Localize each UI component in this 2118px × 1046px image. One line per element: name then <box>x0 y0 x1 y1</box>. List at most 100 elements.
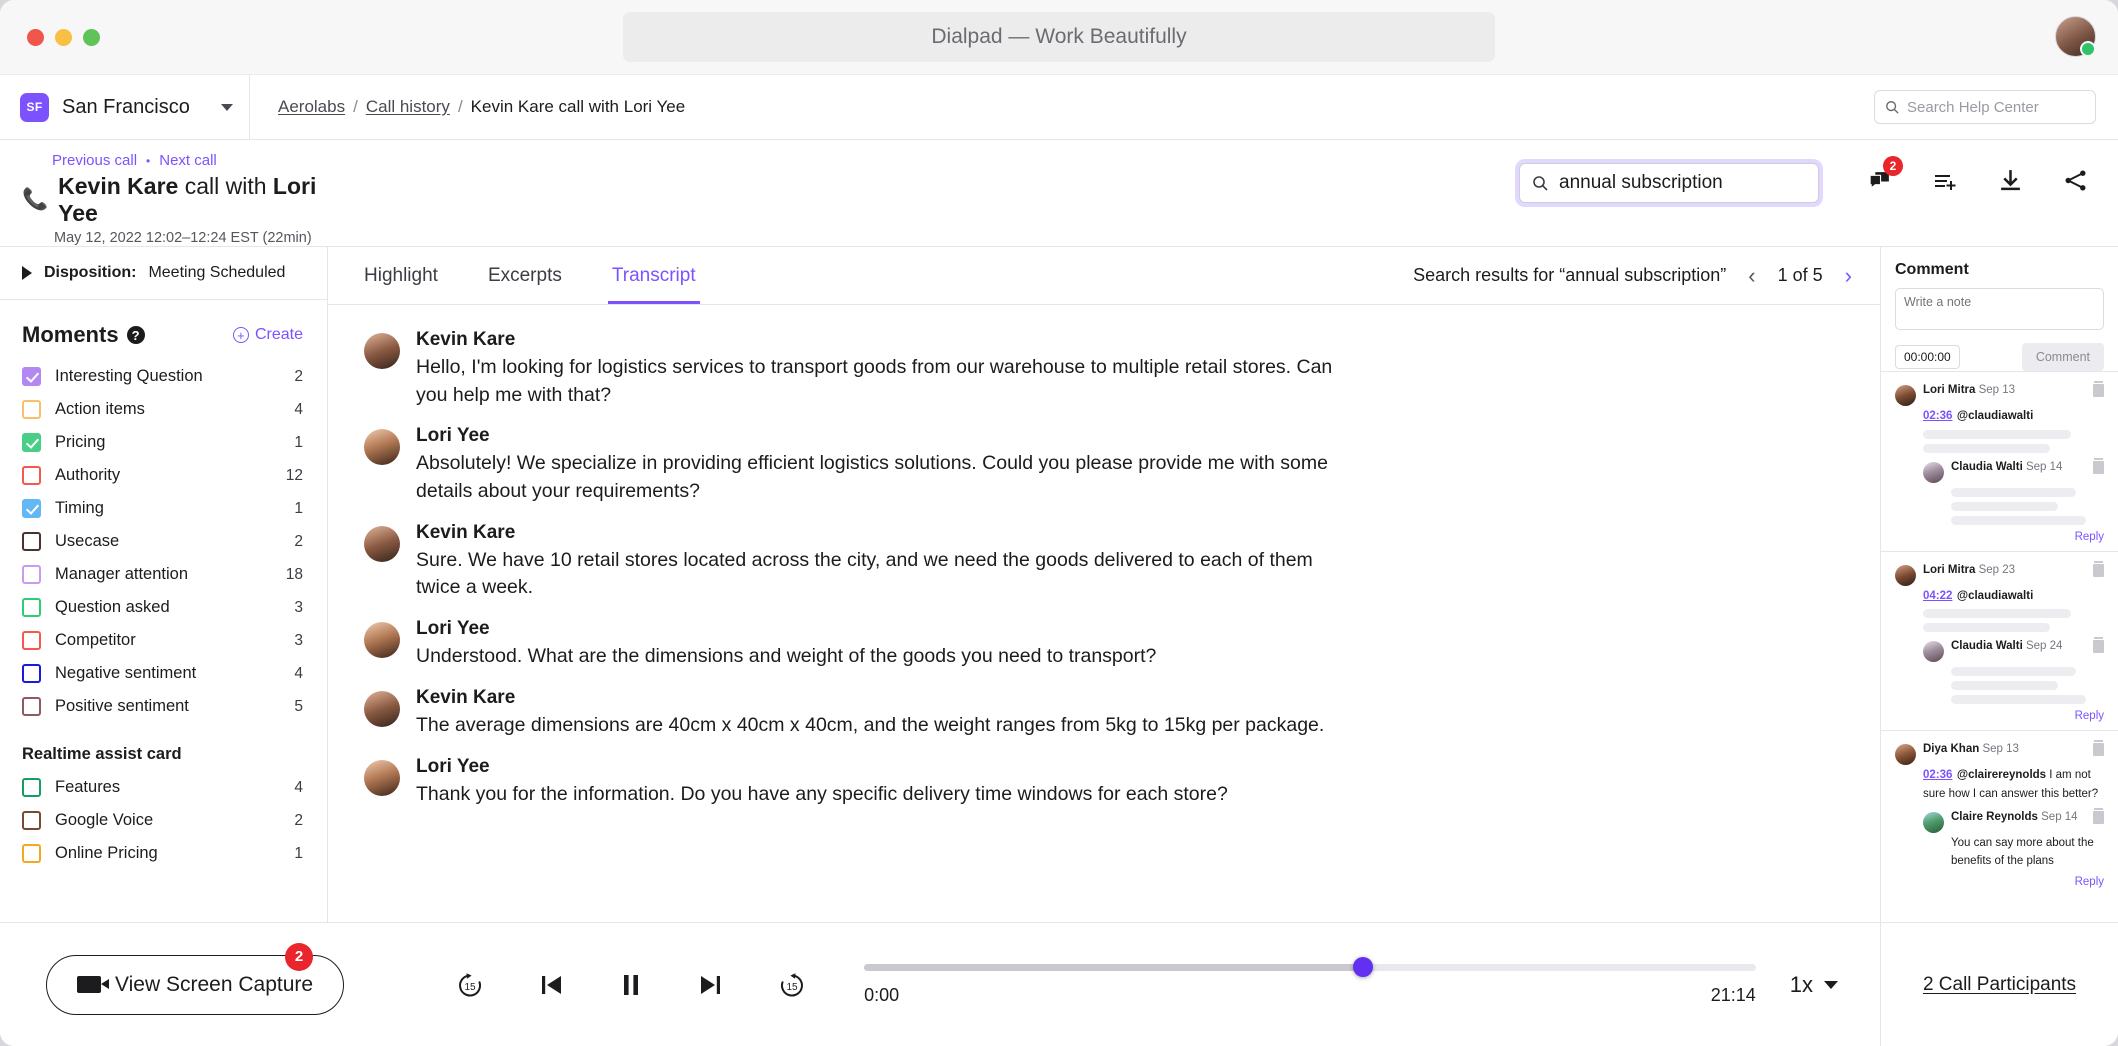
moment-row[interactable]: Pricing1 <box>22 426 303 459</box>
moment-checkbox[interactable] <box>22 697 41 716</box>
moment-row[interactable]: Authority12 <box>22 459 303 492</box>
call-title-caller: Kevin Kare <box>58 173 178 199</box>
moment-row[interactable]: Competitor3 <box>22 624 303 657</box>
breadcrumb-item-call-history[interactable]: Call history <box>366 97 450 117</box>
org-switcher[interactable]: SF San Francisco <box>0 75 250 139</box>
delete-reply-icon[interactable] <box>2093 811 2104 824</box>
next-result-button[interactable]: › <box>1845 263 1852 289</box>
reply-button[interactable]: Reply <box>1895 876 2104 888</box>
realtime-item-checkbox[interactable] <box>22 844 41 863</box>
realtime-item-checkbox[interactable] <box>22 778 41 797</box>
org-breadcrumb-bar: SF San Francisco Aerolabs / Call history… <box>0 75 2118 140</box>
rewind-15-button[interactable]: 15 <box>776 969 808 1001</box>
chevron-down-icon <box>1824 981 1838 989</box>
comment-placeholder-line <box>1951 488 2076 497</box>
comment-avatar <box>1895 385 1916 406</box>
previous-call-link[interactable]: Previous call <box>52 152 137 169</box>
breadcrumb-item-aerolabs[interactable]: Aerolabs <box>278 97 345 117</box>
moment-checkbox[interactable] <box>22 433 41 452</box>
moment-checkbox[interactable] <box>22 598 41 617</box>
moment-checkbox[interactable] <box>22 664 41 683</box>
help-icon[interactable]: ? <box>127 326 145 344</box>
seek-progress <box>864 964 1363 971</box>
reply-author-name: Claudia Walti Sep 14 <box>1951 461 2062 473</box>
comments-button[interactable]: 2 <box>1867 168 1892 198</box>
tab-transcript[interactable]: Transcript <box>612 247 696 304</box>
pause-button[interactable] <box>616 970 646 1000</box>
moment-checkbox[interactable] <box>22 499 41 518</box>
delete-comment-icon[interactable] <box>2093 384 2104 397</box>
comment-timestamp-link[interactable]: 02:36 <box>1923 769 1952 781</box>
maximize-window-button[interactable] <box>83 29 100 46</box>
moment-row[interactable]: Timing1 <box>22 492 303 525</box>
next-track-button[interactable] <box>696 970 726 1000</box>
seek-handle[interactable] <box>1353 957 1373 977</box>
moment-row[interactable]: Interesting Question2 <box>22 360 303 393</box>
submit-comment-button[interactable]: Comment <box>2022 343 2104 371</box>
forward-15-button[interactable]: 15 <box>454 969 486 1001</box>
seek-bar[interactable] <box>864 964 1756 971</box>
comment-date: Sep 23 <box>1979 564 2015 576</box>
moment-row[interactable]: Manager attention18 <box>22 558 303 591</box>
moment-checkbox[interactable] <box>22 400 41 419</box>
realtime-item-row[interactable]: Online Pricing1 <box>22 837 303 870</box>
reply-author-row: Claudia Walti Sep 24 <box>1923 640 2104 662</box>
reply-author-name: Claire Reynolds Sep 14 <box>1951 811 2078 823</box>
moments-header: Moments ? + Create <box>0 300 327 360</box>
moment-row[interactable]: Usecase2 <box>22 525 303 558</box>
tab-excerpts[interactable]: Excerpts <box>488 247 562 304</box>
realtime-item-checkbox[interactable] <box>22 811 41 830</box>
moment-row[interactable]: Positive sentiment5 <box>22 690 303 723</box>
view-screen-capture-button[interactable]: 2 View Screen Capture <box>46 955 344 1015</box>
delete-reply-icon[interactable] <box>2093 461 2104 474</box>
call-participants-link[interactable]: 2 Call Participants <box>1923 974 2076 996</box>
delete-reply-icon[interactable] <box>2093 640 2104 653</box>
window-controls[interactable] <box>27 29 100 46</box>
comment-author-name: Lori Mitra Sep 23 <box>1923 564 2015 576</box>
reply-button[interactable]: Reply <box>1895 710 2104 722</box>
tab-highlight[interactable]: Highlight <box>364 247 438 304</box>
share-button[interactable] <box>2063 168 2088 198</box>
moment-row[interactable]: Question asked3 <box>22 591 303 624</box>
create-moment-button[interactable]: + Create <box>233 326 303 344</box>
moment-row[interactable]: Action items4 <box>22 393 303 426</box>
comment-mention: @clairereynolds <box>1957 769 2046 781</box>
moment-checkbox[interactable] <box>22 466 41 485</box>
comment-timestamp-input[interactable]: 00:00:00 <box>1895 345 1960 369</box>
reply-author-row: Claudia Walti Sep 14 <box>1923 461 2104 483</box>
comment-note-input[interactable] <box>1895 288 2104 330</box>
moment-checkbox[interactable] <box>22 367 41 386</box>
delete-comment-icon[interactable] <box>2093 743 2104 756</box>
transcript-text: Hello, I'm looking for logistics service… <box>416 354 1346 409</box>
delete-comment-icon[interactable] <box>2093 564 2104 577</box>
close-window-button[interactable] <box>27 29 44 46</box>
speaker-avatar <box>364 333 400 369</box>
add-to-playlist-button[interactable] <box>1932 168 1958 199</box>
moment-count: 3 <box>294 599 303 617</box>
next-call-link[interactable]: Next call <box>159 152 217 169</box>
disposition-row[interactable]: Disposition: Meeting Scheduled <box>0 247 327 300</box>
moment-count: 1 <box>294 500 303 518</box>
playback-speed-selector[interactable]: 1x <box>1790 972 1838 998</box>
previous-result-button[interactable]: ‹ <box>1748 263 1755 289</box>
comment-timestamp-link[interactable]: 02:36 <box>1923 410 1952 422</box>
transcript-search-input[interactable]: annual subscription <box>1519 163 1819 203</box>
moment-row[interactable]: Negative sentiment4 <box>22 657 303 690</box>
minimize-window-button[interactable] <box>55 29 72 46</box>
moments-list: Interesting Question2Action items4Pricin… <box>0 360 327 723</box>
reply-button[interactable]: Reply <box>1895 531 2104 543</box>
previous-track-button[interactable] <box>536 970 566 1000</box>
media-player: 2 View Screen Capture 15 <box>0 922 2118 1046</box>
transcript-turn-body: Kevin KareThe average dimensions are 40c… <box>416 687 1324 740</box>
realtime-item-row[interactable]: Features4 <box>22 771 303 804</box>
moment-checkbox[interactable] <box>22 532 41 551</box>
moment-checkbox[interactable] <box>22 565 41 584</box>
comment-author-row: Lori Mitra Sep 23 <box>1895 564 2104 586</box>
realtime-item-row[interactable]: Google Voice2 <box>22 804 303 837</box>
moment-checkbox[interactable] <box>22 631 41 650</box>
user-avatar[interactable] <box>2055 16 2096 57</box>
help-center-search[interactable]: Search Help Center <box>1874 90 2096 124</box>
transcript-text: Understood. What are the dimensions and … <box>416 643 1156 671</box>
download-button[interactable] <box>1998 168 2023 198</box>
comment-timestamp-link[interactable]: 04:22 <box>1923 590 1952 602</box>
